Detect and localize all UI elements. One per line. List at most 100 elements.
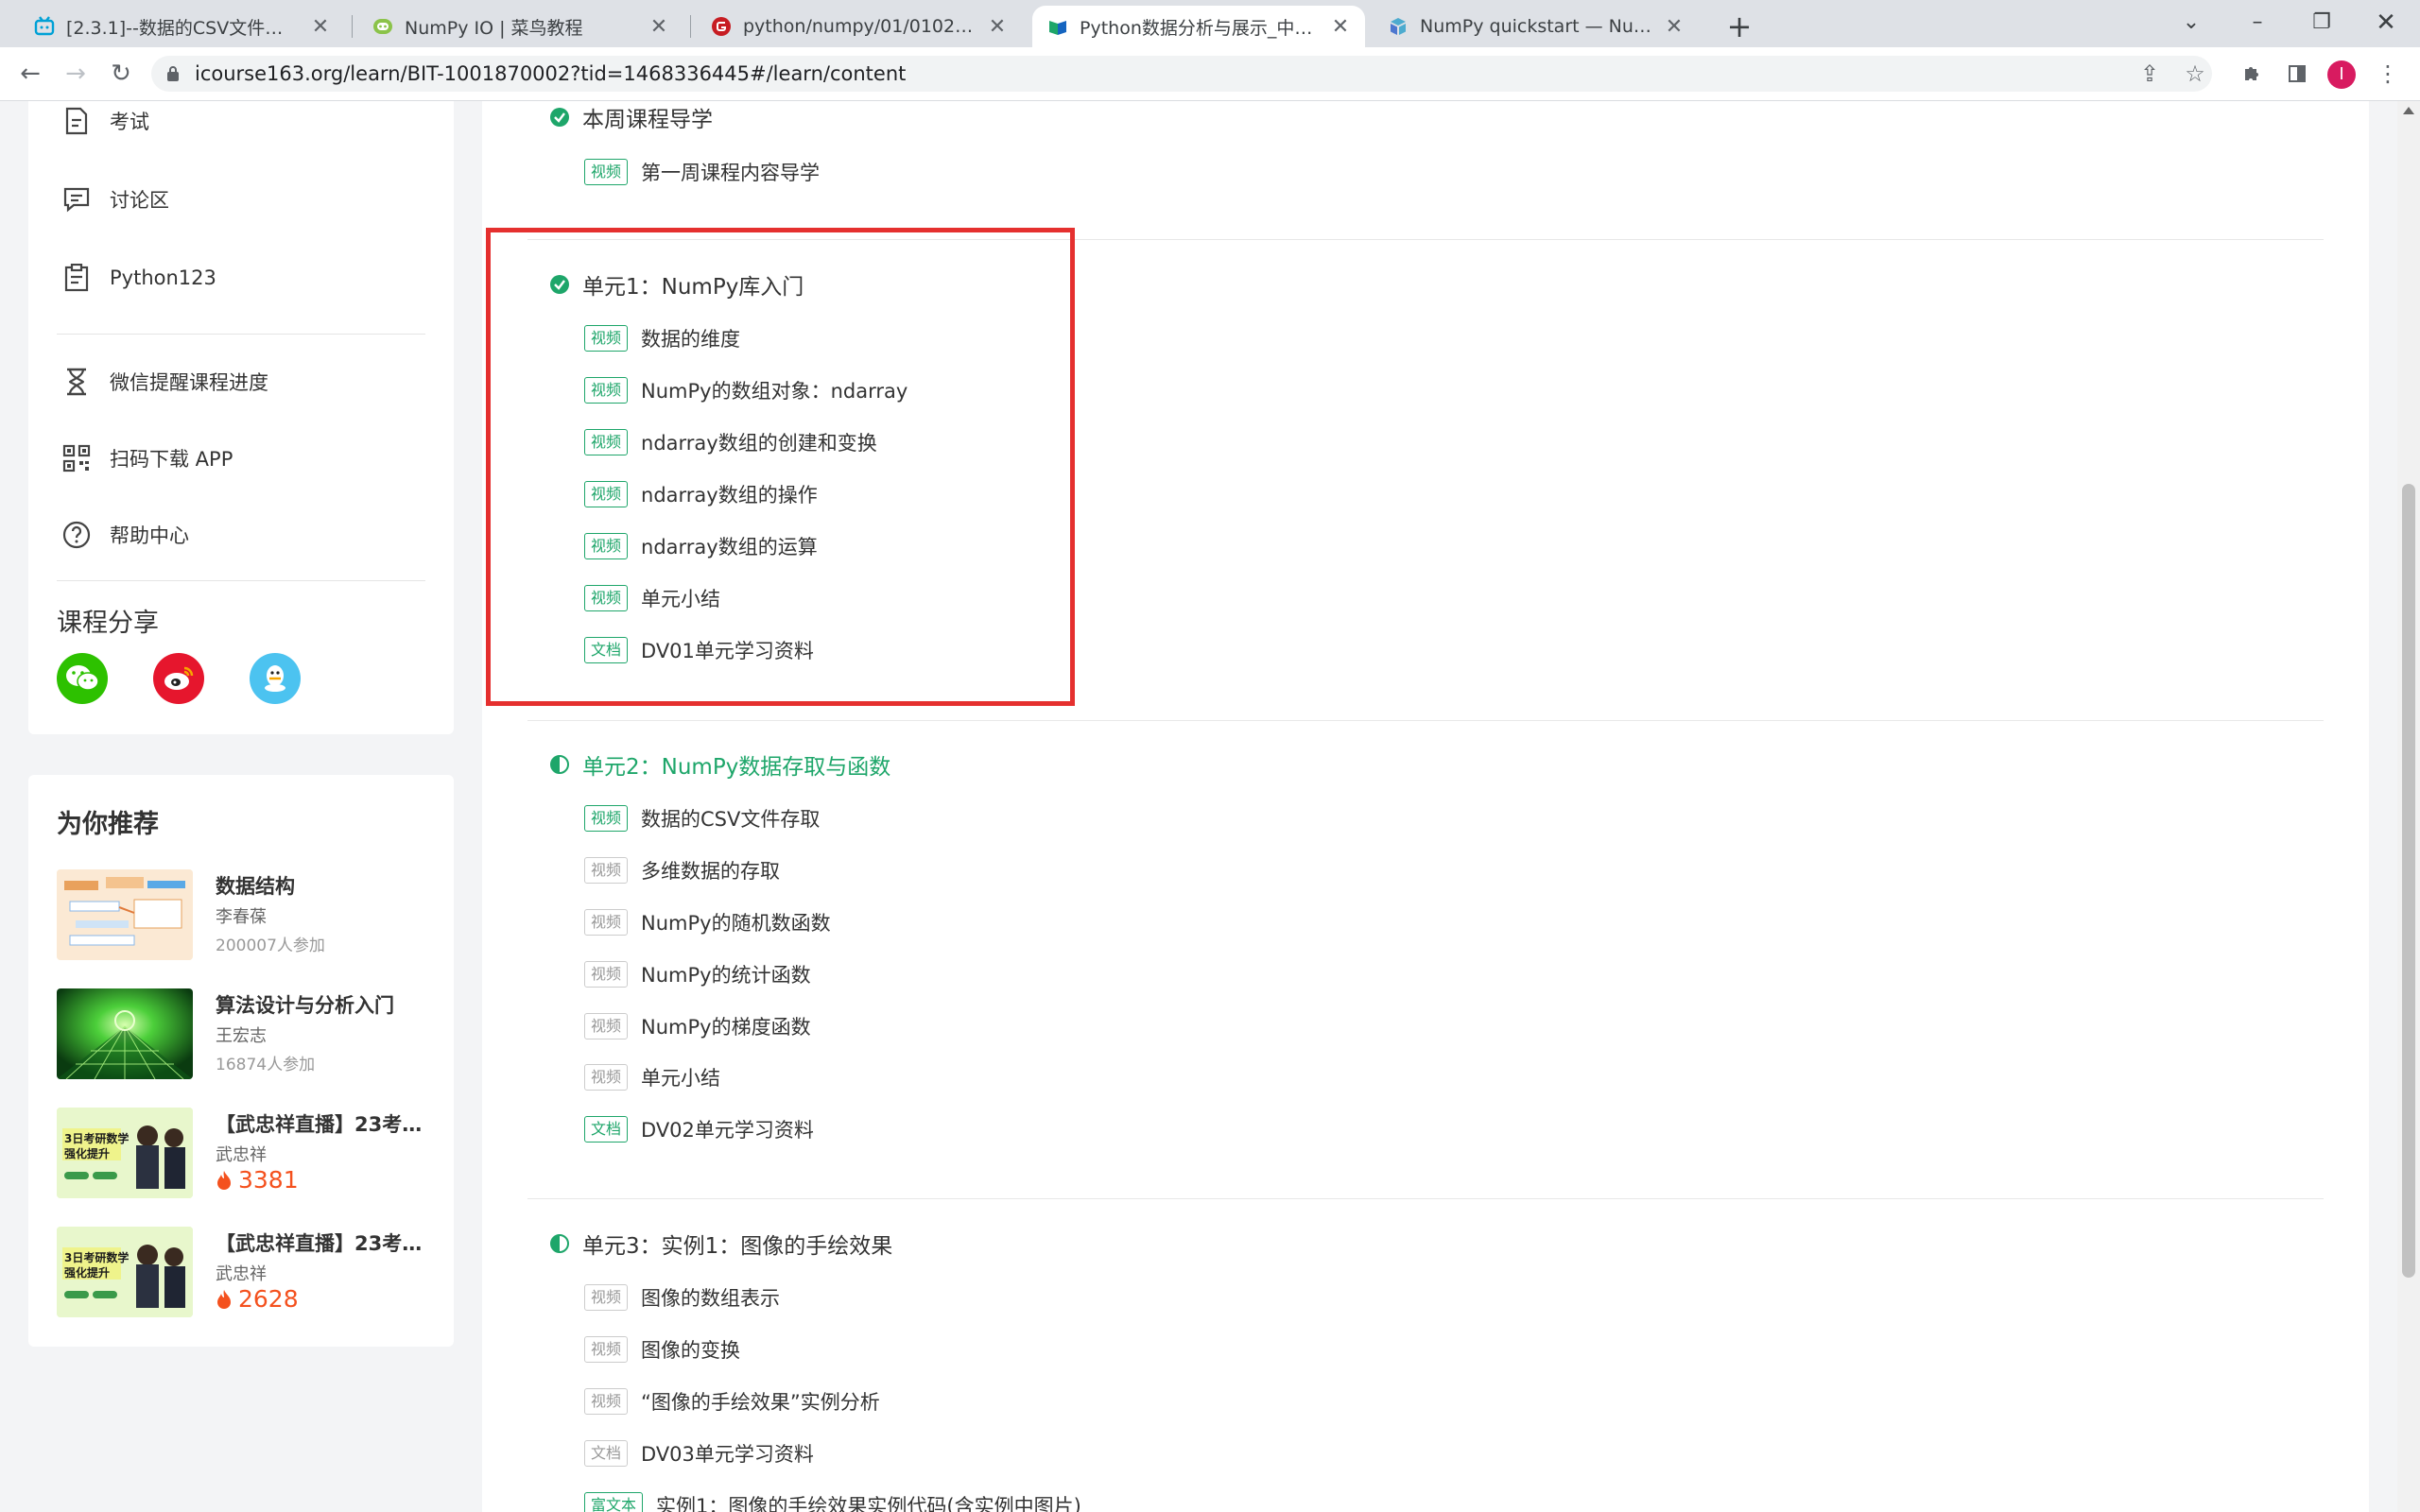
scrollbar-thumb[interactable] [2402, 484, 2415, 1278]
lesson-item[interactable]: 文档 DV02单元学习资料 [584, 1115, 814, 1143]
thumbnail-caption: 3日考研数学 [64, 1132, 130, 1145]
clipboard-icon [60, 262, 93, 294]
recommend-course-item[interactable]: 算法设计与分析入门 王宏志 16874人参加 [57, 988, 435, 1079]
course-participants: 200007人参加 [216, 936, 325, 955]
gitee-icon [711, 16, 732, 37]
sidebar-item-exam[interactable]: 考试 [60, 105, 149, 137]
recommend-course-item[interactable]: 3日考研数学 强化提升 【武忠祥直播】23考研数学 武忠祥 2628 [57, 1227, 435, 1317]
lesson-item[interactable]: 视频 单元小结 [584, 1063, 720, 1091]
recommend-course-item[interactable]: 数据结构 李春葆 200007人参加 [57, 869, 435, 960]
restore-window-icon[interactable]: ❐ [2295, 6, 2348, 40]
profile-avatar[interactable]: I [2327, 60, 2356, 89]
chapter-header[interactable]: 单元3：实例1：图像的手绘效果 [550, 1228, 892, 1260]
exam-icon [60, 105, 93, 137]
wechat-icon[interactable] [57, 653, 108, 704]
browser-tab[interactable]: NumPy IO | 菜鸟教程 ✕ [357, 6, 683, 47]
sidebar-item-discussion[interactable]: 讨论区 [60, 183, 169, 215]
lesson-item[interactable]: 视频 第一周课程内容导学 [584, 158, 820, 186]
lesson-item[interactable]: 视频 “图像的手绘效果”实例分析 [584, 1387, 880, 1416]
sidebar-divider [57, 580, 425, 581]
lesson-title: DV02单元学习资料 [641, 1119, 814, 1142]
lesson-item[interactable]: 富文本 实例1：图像的手绘效果实例代码(含实例中图片) [584, 1491, 1081, 1512]
course-teacher: 王宏志 [216, 1026, 267, 1046]
sidebar-item-wechat-reminder[interactable]: 微信提醒课程进度 [60, 366, 268, 398]
sidebar-item-python123[interactable]: Python123 [60, 262, 216, 294]
lesson-type-tag: 视频 [584, 1284, 629, 1311]
lesson-type-tag: 视频 [584, 159, 629, 185]
lesson-type-tag: 文档 [584, 1116, 629, 1143]
qq-icon[interactable] [250, 653, 301, 704]
lesson-type-tag: 文档 [584, 1440, 629, 1467]
course-name: 算法设计与分析入门 [216, 994, 394, 1017]
forward-arrow-icon[interactable]: → [59, 57, 93, 91]
close-tab-icon[interactable]: ✕ [311, 15, 330, 39]
thumbnail-caption: 强化提升 [64, 1147, 111, 1160]
extensions-puzzle-icon[interactable] [2235, 57, 2269, 91]
lesson-title: 第一周课程内容导学 [641, 162, 821, 184]
lock-icon [166, 65, 180, 82]
lesson-item[interactable]: 视频 图像的数组表示 [584, 1283, 780, 1312]
chapter-title: 单元2：NumPy数据存取与函数 [582, 755, 891, 780]
tab-title: NumPy quickstart — NumPy v1 [1420, 16, 1653, 37]
scroll-up-arrow-icon[interactable] [2403, 107, 2414, 114]
lesson-item[interactable]: 视频 NumPy的统计函数 [584, 960, 811, 988]
course-name: 【武忠祥直播】23考研数学 [216, 1113, 435, 1136]
chapter-divider [527, 720, 2324, 721]
thumbnail-caption: 强化提升 [64, 1266, 111, 1280]
tab-title: [2.3.1]--数据的CSV文件存取_哔哩哔哩 [66, 17, 300, 39]
new-tab-button[interactable]: + [1722, 9, 1756, 43]
lesson-title: 多维数据的存取 [641, 860, 781, 883]
browser-tab[interactable]: NumPy quickstart — NumPy v1 ✕ [1373, 6, 1699, 47]
close-window-icon[interactable]: ✕ [2360, 6, 2412, 40]
tab-title: python/numpy/01/0102NumPy... [743, 16, 977, 37]
runoob-icon [372, 16, 393, 37]
browser-tab-active[interactable]: Python数据分析与展示_中国大学MOOC ✕ [1032, 6, 1365, 47]
address-bar[interactable]: icourse163.org/learn/BIT-1001870002?tid=… [151, 56, 2212, 92]
sidebar-item-download-app[interactable]: 扫码下载 APP [60, 442, 233, 474]
reload-icon[interactable]: ↻ [104, 57, 138, 91]
browser-tab[interactable]: python/numpy/01/0102NumPy... ✕ [696, 6, 1022, 47]
lesson-item[interactable]: 视频 NumPy的梯度函数 [584, 1012, 811, 1040]
weibo-icon[interactable] [153, 653, 204, 704]
minimize-window-icon[interactable]: – [2231, 6, 2284, 40]
close-tab-icon[interactable]: ✕ [649, 15, 668, 39]
in-progress-icon [550, 1234, 569, 1253]
page-viewport: 考试 讨论区 Python123 微信提醒课程进度 扫码下载 APP 帮助中心 … [0, 101, 2397, 1512]
browser-tab[interactable]: [2.3.1]--数据的CSV文件存取_哔哩哔哩 ✕ [19, 6, 345, 47]
bilibili-icon [34, 16, 55, 37]
course-thumbnail [57, 869, 193, 960]
lesson-item[interactable]: 视频 数据的CSV文件存取 [584, 804, 820, 833]
chapter-header-current[interactable]: 单元2：NumPy数据存取与函数 [550, 748, 890, 781]
hourglass-icon [60, 366, 93, 398]
side-panel-icon[interactable] [2280, 57, 2314, 91]
page-scrollbar[interactable] [2397, 101, 2420, 1512]
course-thumbnail: 3日考研数学 强化提升 [57, 1108, 193, 1198]
lesson-type-tag: 视频 [584, 909, 629, 936]
course-hot-count: 2628 [216, 1285, 299, 1313]
more-menu-icon[interactable]: ⋮ [2371, 57, 2405, 91]
sidebar-item-help-center[interactable]: 帮助中心 [60, 519, 189, 551]
sidebar-item-label: 微信提醒课程进度 [110, 371, 268, 394]
bookmark-star-icon[interactable]: ☆ [2178, 57, 2212, 91]
lesson-title: 实例1：图像的手绘效果实例代码(含实例中图片) [656, 1495, 1081, 1512]
chapter-title: 本周课程导学 [582, 108, 713, 132]
close-tab-icon[interactable]: ✕ [1665, 15, 1684, 39]
lesson-item[interactable]: 视频 多维数据的存取 [584, 856, 780, 885]
share-page-icon[interactable]: ⇪ [2133, 57, 2167, 91]
lesson-item[interactable]: 文档 DV03单元学习资料 [584, 1439, 814, 1468]
lesson-item[interactable]: 视频 NumPy的随机数函数 [584, 908, 831, 936]
tab-title: Python数据分析与展示_中国大学MOOC [1080, 17, 1320, 39]
thumbnail-caption: 3日考研数学 [64, 1251, 130, 1264]
recommend-course-item[interactable]: 3日考研数学 强化提升 【武忠祥直播】23考研数学 武忠祥 3381 [57, 1108, 435, 1198]
recommend-card: 为你推荐 数据结构 李春葆 200007人参加 算法设计与分析入门 王宏志 16… [28, 775, 454, 1347]
lesson-title: 图像的变换 [641, 1339, 741, 1362]
lesson-item[interactable]: 视频 图像的变换 [584, 1335, 740, 1364]
close-tab-icon[interactable]: ✕ [988, 15, 1007, 39]
tab-search-chevron-icon[interactable]: ⌄ [2165, 6, 2218, 40]
lesson-title: 数据的CSV文件存取 [641, 808, 821, 831]
chapter-header[interactable]: 本周课程导学 [550, 101, 713, 133]
recommend-title: 为你推荐 [57, 810, 159, 839]
close-tab-icon[interactable]: ✕ [1331, 15, 1350, 39]
course-name: 【武忠祥直播】23考研数学 [216, 1232, 435, 1255]
back-arrow-icon[interactable]: ← [13, 57, 47, 91]
